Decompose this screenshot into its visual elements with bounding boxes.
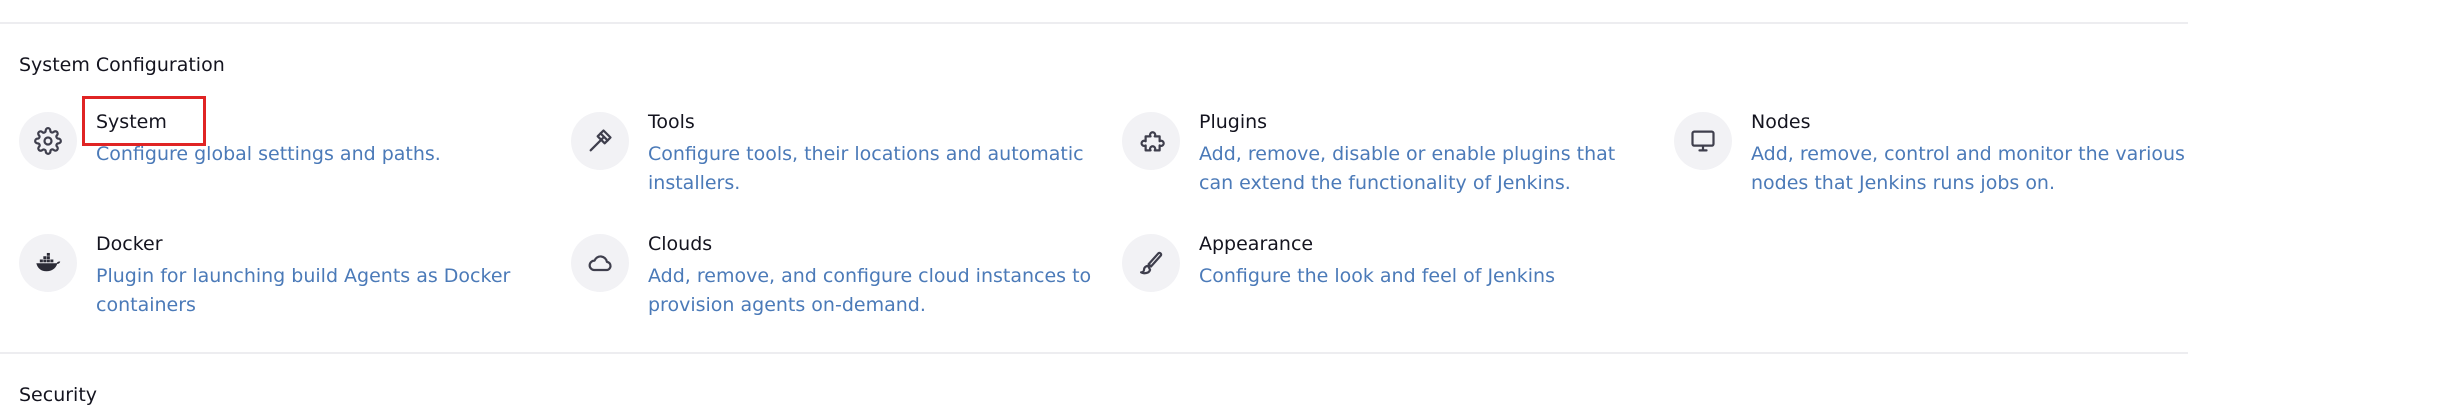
section-title-system-configuration: System Configuration <box>19 54 225 76</box>
tile-description: Plugin for launching build Agents as Doc… <box>96 265 511 316</box>
monitor-icon <box>1674 112 1732 170</box>
puzzle-icon <box>1122 112 1180 170</box>
paintbrush-icon <box>1122 234 1180 292</box>
tile-name[interactable]: Clouds <box>648 232 712 256</box>
docker-icon <box>19 234 77 292</box>
tile-description: Configure the look and feel of Jenkins <box>1199 265 1555 287</box>
section-title-security: Security <box>19 384 98 406</box>
tile-clouds[interactable]: Clouds Add, remove, and configure cloud … <box>571 232 1091 342</box>
tile-name[interactable]: Docker <box>96 232 163 256</box>
tile-description: Add, remove, control and monitor the var… <box>1751 143 2185 194</box>
tile-name[interactable]: Tools <box>648 110 695 134</box>
tile-plugins[interactable]: Plugins Add, remove, disable or enable p… <box>1122 110 1642 220</box>
tile-description: Configure global settings and paths. <box>96 143 441 165</box>
cloud-icon <box>571 234 629 292</box>
section-divider <box>0 352 2188 354</box>
tile-name[interactable]: System <box>96 110 167 134</box>
tile-nodes[interactable]: Nodes Add, remove, control and monitor t… <box>1674 110 2194 220</box>
hammer-icon <box>571 112 629 170</box>
tile-appearance[interactable]: Appearance Configure the look and feel o… <box>1122 232 1642 342</box>
tile-name[interactable]: Plugins <box>1199 110 1267 134</box>
gear-icon <box>19 112 77 170</box>
tile-description: Configure tools, their locations and aut… <box>648 143 1084 194</box>
tile-description: Add, remove, disable or enable plugins t… <box>1199 143 1616 194</box>
tile-docker[interactable]: Docker Plugin for launching build Agents… <box>19 232 539 342</box>
tile-system[interactable]: System Configure global settings and pat… <box>19 110 539 220</box>
tile-name[interactable]: Appearance <box>1199 232 1313 256</box>
tile-description: Add, remove, and configure cloud instanc… <box>648 265 1092 316</box>
tile-tools[interactable]: Tools Configure tools, their locations a… <box>571 110 1091 220</box>
tile-name[interactable]: Nodes <box>1751 110 1811 134</box>
top-divider <box>0 22 2188 24</box>
